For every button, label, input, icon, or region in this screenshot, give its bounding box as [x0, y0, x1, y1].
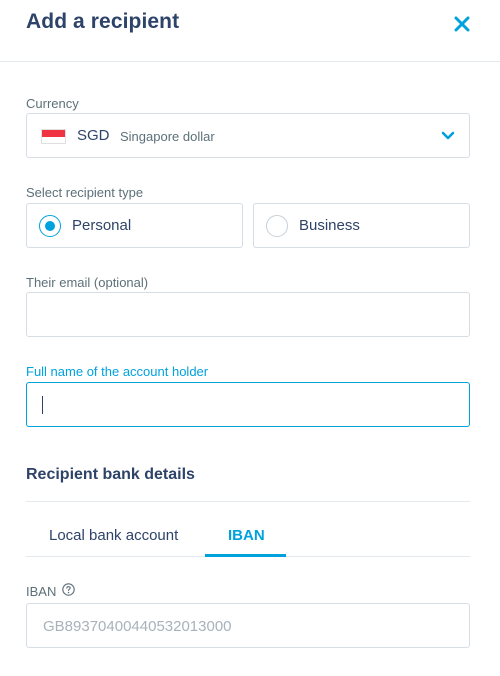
- recipient-type-label: Select recipient type: [26, 185, 144, 200]
- iban-field[interactable]: GB89370400440532013000: [26, 603, 470, 648]
- email-label: Their email (optional): [26, 275, 149, 290]
- modal-header: Add a recipient: [0, 0, 500, 62]
- full-name-label: Full name of the account holder: [26, 364, 209, 379]
- tab-iban[interactable]: IBAN: [228, 527, 265, 544]
- bank-details-title: Recipient bank details: [26, 466, 195, 483]
- section-divider: [26, 501, 470, 502]
- close-icon[interactable]: [452, 14, 472, 34]
- currency-select[interactable]: SGD Singapore dollar: [26, 113, 470, 158]
- active-tab-indicator: [205, 554, 286, 557]
- currency-name: Singapore dollar: [120, 129, 215, 144]
- radio-button-personal[interactable]: [39, 215, 61, 237]
- modal-title: Add a recipient: [26, 10, 180, 33]
- currency-code: SGD: [77, 127, 110, 144]
- radio-button-business[interactable]: [266, 215, 288, 237]
- full-name-field[interactable]: [26, 382, 470, 427]
- chevron-down-icon: [441, 131, 455, 140]
- radio-label-personal: Personal: [72, 217, 132, 234]
- tab-local-bank-account[interactable]: Local bank account: [49, 527, 178, 544]
- text-cursor: [42, 396, 43, 414]
- radio-option-personal[interactable]: Personal: [26, 203, 243, 248]
- radio-label-business: Business: [299, 217, 360, 234]
- singapore-flag-icon: [41, 129, 66, 144]
- iban-placeholder: GB89370400440532013000: [43, 618, 232, 635]
- email-field[interactable]: [26, 292, 470, 337]
- help-circle-icon[interactable]: [62, 583, 75, 596]
- iban-label: IBAN: [26, 584, 57, 599]
- currency-label: Currency: [26, 96, 79, 111]
- radio-option-business[interactable]: Business: [253, 203, 470, 248]
